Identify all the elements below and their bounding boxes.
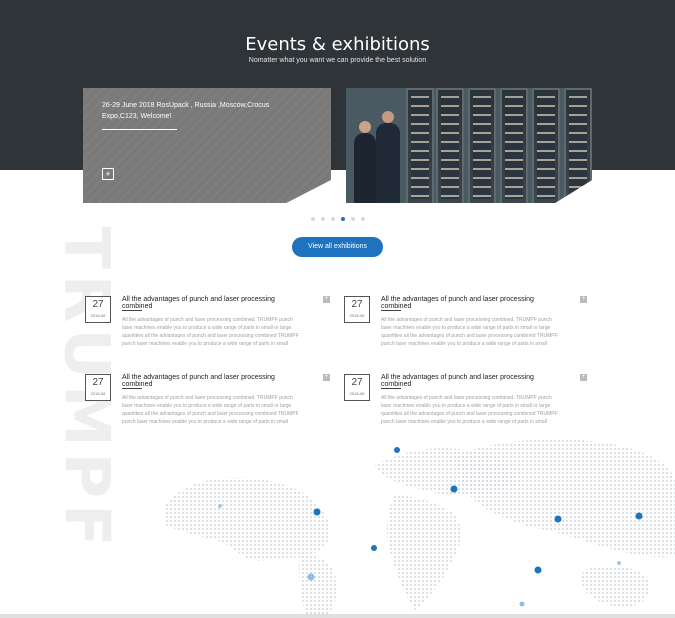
- page-title: Events & exhibitions: [245, 34, 430, 55]
- location-marker[interactable]: [534, 566, 542, 574]
- date-day: 27: [351, 377, 363, 388]
- news-excerpt: All the advantages of punch and laser pr…: [381, 317, 558, 347]
- date-year-month: 2018-08: [90, 391, 106, 396]
- news-title[interactable]: All the advantages of punch and laser pr…: [122, 374, 307, 388]
- featured-event-title: 26-29 June 2018 RosUpack , Russia ,Mosco…: [102, 102, 270, 120]
- location-marker[interactable]: [554, 515, 562, 523]
- slider-dot[interactable]: [351, 217, 355, 221]
- news-title-underline: [122, 388, 142, 389]
- slider-dot[interactable]: [311, 217, 315, 221]
- date-year-month: 2018-08: [349, 391, 365, 396]
- news-title-underline: [381, 388, 401, 389]
- location-marker[interactable]: [617, 561, 621, 565]
- title-underline: [102, 129, 177, 130]
- slider-dot[interactable]: [321, 217, 325, 221]
- plus-icon[interactable]: +: [323, 374, 330, 381]
- date-badge: 27 2018-08: [344, 296, 370, 323]
- location-marker[interactable]: [394, 447, 400, 453]
- slider-dot-active[interactable]: [341, 217, 345, 221]
- featured-event-card[interactable]: 26-29 June 2018 RosUpack , Russia ,Mosco…: [83, 88, 331, 203]
- location-marker[interactable]: [307, 573, 315, 581]
- person-figure: [354, 133, 376, 203]
- page-subtitle: Nomatter what you want we can provide th…: [248, 57, 427, 64]
- news-item[interactable]: 27 2018-08 All the advantages of punch a…: [85, 374, 330, 444]
- display-rack: [406, 88, 434, 203]
- world-map: [165, 439, 675, 618]
- date-badge: 27 2018-08: [85, 296, 111, 323]
- news-title-underline: [122, 310, 142, 311]
- display-rack: [436, 88, 464, 203]
- plus-icon[interactable]: +: [580, 374, 587, 381]
- display-rack: [532, 88, 560, 203]
- person-head: [359, 121, 371, 133]
- location-marker[interactable]: [218, 504, 222, 508]
- news-item[interactable]: 27 2018-08 All the advantages of punch a…: [344, 374, 587, 444]
- plus-icon[interactable]: +: [323, 296, 330, 303]
- news-title[interactable]: All the advantages of punch and laser pr…: [122, 296, 307, 310]
- news-excerpt: All the advantages of punch and laser pr…: [122, 395, 299, 425]
- plus-icon[interactable]: +: [580, 296, 587, 303]
- slider-dot[interactable]: [331, 217, 335, 221]
- location-marker[interactable]: [635, 512, 643, 520]
- display-rack: [468, 88, 496, 203]
- news-title-underline: [381, 310, 401, 311]
- news-title[interactable]: All the advantages of punch and laser pr…: [381, 374, 566, 388]
- location-marker[interactable]: [371, 545, 377, 551]
- slider-dot[interactable]: [361, 217, 365, 221]
- news-item[interactable]: 27 2018-08 All the advantages of punch a…: [344, 296, 587, 366]
- date-year-month: 2018-08: [349, 313, 365, 318]
- person-figure: [376, 123, 400, 203]
- featured-event-photo[interactable]: [346, 88, 592, 203]
- date-year-month: 2018-08: [90, 313, 106, 318]
- location-marker[interactable]: [313, 508, 321, 516]
- date-day: 27: [92, 377, 104, 388]
- footer-divider: [0, 614, 675, 618]
- location-marker[interactable]: [450, 485, 458, 493]
- news-excerpt: All the advantages of punch and laser pr…: [381, 395, 558, 425]
- view-all-exhibitions-button[interactable]: View all exhibitions: [292, 237, 383, 257]
- person-head: [382, 111, 394, 123]
- date-day: 27: [351, 299, 363, 310]
- display-rack: [500, 88, 528, 203]
- news-item[interactable]: 27 2018-08 All the advantages of punch a…: [85, 296, 330, 366]
- date-badge: 27 2018-08: [344, 374, 370, 401]
- news-title[interactable]: All the advantages of punch and laser pr…: [381, 296, 566, 310]
- location-marker[interactable]: [519, 601, 525, 607]
- display-rack: [564, 88, 592, 203]
- plus-icon[interactable]: +: [102, 168, 114, 180]
- date-day: 27: [92, 299, 104, 310]
- date-badge: 27 2018-08: [85, 374, 111, 401]
- map-landmasses: [165, 439, 675, 618]
- news-excerpt: All the advantages of punch and laser pr…: [122, 317, 299, 347]
